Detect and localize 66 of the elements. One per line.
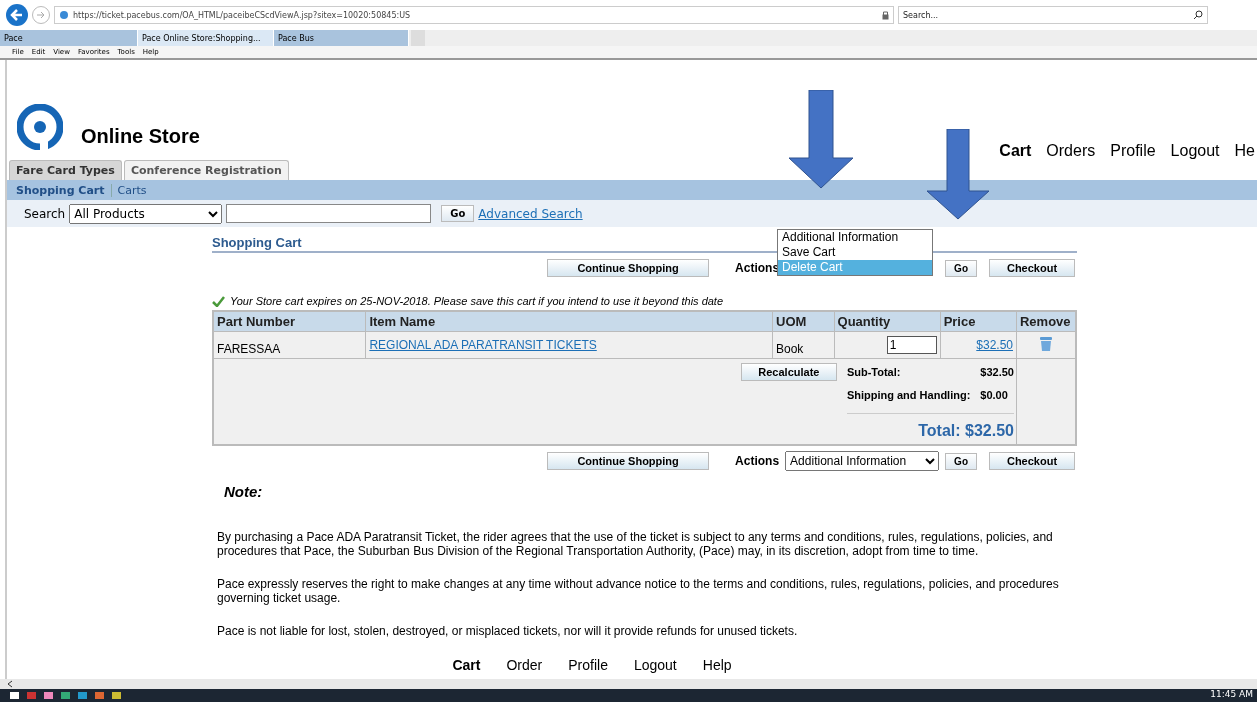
checkout-button[interactable]: Checkout [989,452,1075,470]
browser-tab[interactable]: Pace Online Store:Shopping... [138,30,274,46]
footer-link[interactable]: Profile [568,657,608,673]
recalculate-button[interactable]: Recalculate [740,363,837,381]
column-header: Price [940,311,1017,332]
column-header: Quantity [834,311,941,332]
shipping-label: Shipping and Handling: [846,389,971,401]
search-field[interactable] [226,204,432,223]
footer-link[interactable]: Order [506,657,543,673]
column-header: Part Number [213,311,366,332]
actions-dropdown[interactable]: Additional Information [785,451,940,471]
nav-link[interactable]: He [1234,142,1255,160]
search-label: Search [24,206,66,221]
continue-shopping-button[interactable]: Continue Shopping [547,452,710,470]
lock-icon [882,10,889,20]
check-icon [212,295,225,307]
actions-label: Actions [735,454,780,468]
address-field[interactable]: https://ticket.pacebus.com/OA_HTML/paceibeCScdViewA.jsp?sitex=10020:50845:US [54,6,894,24]
table-cell: FARESSAA [213,331,366,359]
shipping-value: $0.00 [980,389,1009,401]
actions-label: Actions [735,261,780,275]
footer-link[interactable]: Help [702,657,732,673]
subtab-link[interactable]: Shopping Cart [16,183,105,197]
clock: 11:45 AM [1210,689,1253,699]
back-arrow-icon [10,8,24,22]
subtotal-label: Sub-Total: [846,366,902,378]
trash-icon[interactable] [1039,335,1053,352]
note-paragraph: Pace expressly reserves the right to make changes at any time without advance notice to the terms and conditions, rules, regulations, policies, and procedures governing ticket usage. [217,577,1060,605]
column-header: Item Name [365,311,773,332]
dropdown-option[interactable]: Additional Information [778,230,932,245]
nav-link[interactable]: Cart [999,142,1032,160]
go-button[interactable]: Go [441,205,475,222]
browser-tab[interactable]: Pace Bus [274,30,409,46]
nav-link[interactable]: Orders [1046,142,1096,160]
advanced-search-link[interactable]: Advanced Search [478,206,583,221]
store-title: Online Store [81,125,200,148]
nav-link[interactable]: Profile [1110,142,1156,160]
globe-icon [59,10,69,20]
browser-tab[interactable]: Pace [0,30,138,46]
note-paragraph: Pace is not liable for lost, stolen, destroyed, or misplaced tickets, nor will it provide refunds for unused tickets. [217,624,799,638]
back-button[interactable] [6,4,28,26]
search-icon [1193,10,1203,20]
logo-icon [17,104,63,150]
note-heading: Note: [224,483,264,500]
nav-link[interactable]: Logout [1170,142,1220,160]
footer-link[interactable]: Logout [633,657,677,673]
tab[interactable]: Conference Registration [123,160,289,180]
subtab-link[interactable]: Carts [110,183,147,197]
category-dropdown[interactable]: All Products [69,203,223,224]
forward-arrow-icon [36,10,46,20]
search-field[interactable]: Search... [898,6,1208,24]
note-paragraph: By purchasing a Pace ADA Paratransit Ticket, the rider agrees that the use of the ticket is subject to any terms and conditions, rules, regulations, policies, and procedures that Pace, the Suburban Bus Division of the Regional Transportation Authority, (Pace) may, in its discretion, adopt from time to time. [217,530,1054,558]
go-button[interactable]: Go [945,452,977,470]
quantity-field[interactable]: 1 [886,336,937,354]
expiry-message: Your Store cart expires on 25-NOV-2018. Please save this cart if you intend to use it beyond this date [230,295,724,307]
footer-link[interactable]: Cart [452,657,481,673]
go-button[interactable]: Go [945,259,977,277]
total-amount: Total: $32.50 [917,422,1014,440]
tab[interactable]: Fare Card Types [9,160,122,180]
dropdown-option[interactable]: Save Cart [778,245,932,260]
column-header: UOM [772,311,835,332]
column-header: Remove [1016,311,1076,332]
continue-shopping-button[interactable]: Continue Shopping [547,259,710,277]
checkout-button[interactable]: Checkout [989,259,1075,277]
scroll-left-icon[interactable] [6,680,14,688]
subtotal-value: $32.50 [980,366,1014,378]
